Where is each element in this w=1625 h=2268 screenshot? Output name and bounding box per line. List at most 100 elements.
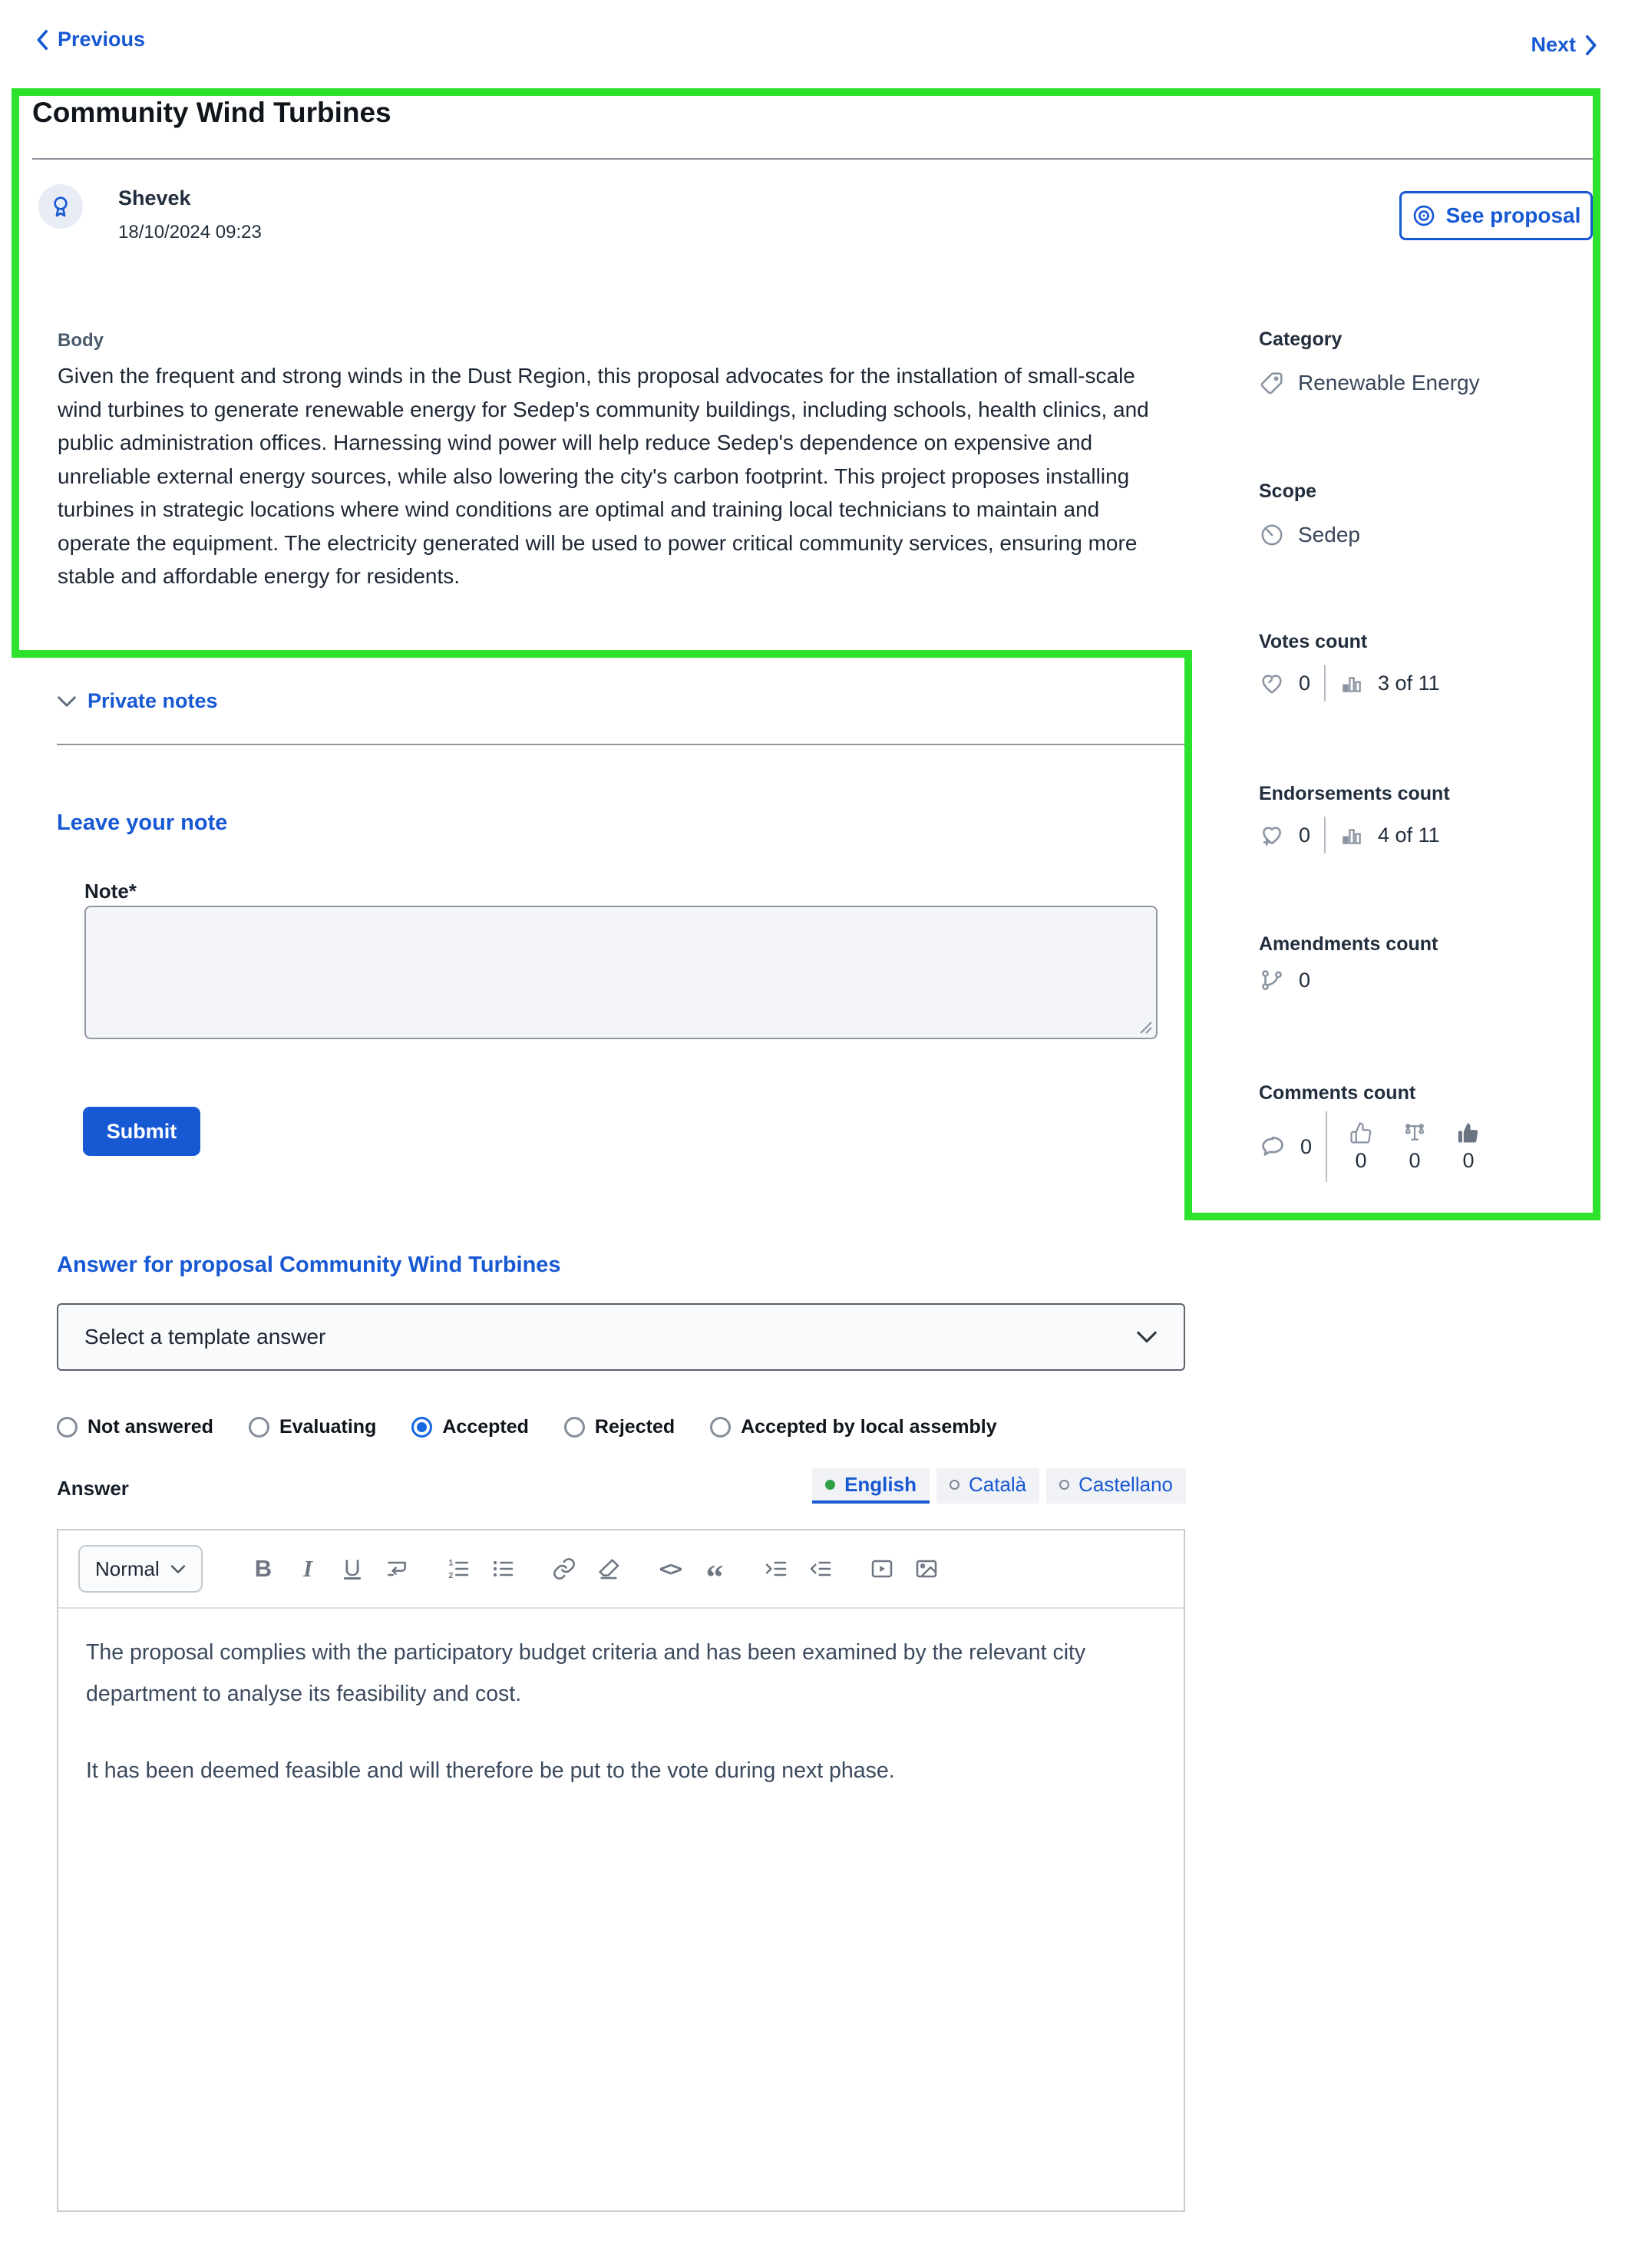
line-break-icon <box>385 1557 409 1581</box>
proposal-admin-page: Previous Next Community Wind Turbines Sh… <box>0 0 1625 2268</box>
radio-label: Rejected <box>594 1416 675 1438</box>
lang-tab-label: Castellano <box>1078 1472 1173 1496</box>
next-label: Next <box>1531 33 1576 56</box>
quote-icon: “ <box>705 1557 724 1596</box>
lang-tab-catal-[interactable]: Català <box>936 1468 1040 1504</box>
comments-neutral: 0 <box>1395 1121 1435 1173</box>
scope-value: Sedep <box>1298 523 1360 546</box>
endorsements-count-row: 0 4 of 11 <box>1259 817 1440 853</box>
radio-not-answered[interactable]: Not answered <box>57 1416 213 1438</box>
leave-note-heading: Leave your note <box>57 810 228 835</box>
toolbar-clear-format-button[interactable] <box>586 1547 631 1591</box>
radio-accepted[interactable]: Accepted <box>411 1416 529 1438</box>
note-textarea[interactable] <box>84 906 1158 1039</box>
see-proposal-label: See proposal <box>1445 203 1581 227</box>
toolbar-ordered-list-button[interactable]: 12 <box>436 1547 481 1591</box>
format-select[interactable]: Normal <box>78 1545 203 1593</box>
toolbar-icons: B I U 1 2 <> “ <box>241 1547 949 1596</box>
previous-link[interactable]: Previous <box>36 28 145 51</box>
editor-toolbar: Normal B I U 1 2 <> “ <box>58 1530 1184 1609</box>
toolbar-bullet-list-button[interactable] <box>481 1547 525 1591</box>
template-answer-select[interactable]: Select a template answer <box>57 1303 1185 1371</box>
tag-icon <box>1260 372 1283 395</box>
answer-field-label: Answer <box>57 1477 129 1500</box>
radio-evaluating[interactable]: Evaluating <box>248 1416 377 1438</box>
chevron-left-icon <box>37 29 48 50</box>
svg-text:1: 1 <box>448 1558 453 1567</box>
thumb-filled-icon <box>1458 1123 1478 1143</box>
radio-label: Evaluating <box>279 1416 377 1438</box>
code-icon: <> <box>659 1557 682 1581</box>
toolbar-video-button[interactable] <box>860 1547 904 1591</box>
format-select-value: Normal <box>95 1557 160 1580</box>
radio-dot-icon <box>710 1417 732 1438</box>
bar-chart-icon <box>1343 829 1361 844</box>
toolbar-italic-button[interactable]: I <box>286 1547 330 1591</box>
template-answer-value: Select a template answer <box>84 1325 326 1349</box>
submit-note-button[interactable]: Submit <box>83 1107 200 1156</box>
endorsements-count-label: Endorsements count <box>1259 783 1450 804</box>
amendments-count-value: 0 <box>1299 968 1311 992</box>
indent-icon <box>764 1557 788 1581</box>
outdent-icon <box>808 1557 833 1581</box>
votes-divider <box>1324 665 1326 702</box>
private-notes-toggle[interactable]: Private notes <box>57 689 218 713</box>
note-field-label: Note* <box>84 880 137 903</box>
avatar <box>38 184 83 229</box>
untranslated-dot-icon <box>949 1479 959 1490</box>
see-proposal-button[interactable]: See proposal <box>1399 191 1593 240</box>
image-icon <box>914 1557 939 1581</box>
toolbar-quote-button[interactable]: “ <box>692 1547 737 1596</box>
toolbar-code-button[interactable]: <> <box>648 1547 692 1591</box>
votes-count-label: Votes count <box>1259 631 1368 652</box>
chevron-down-icon <box>170 1564 186 1573</box>
toolbar-bold-button[interactable]: B <box>241 1547 286 1591</box>
radio-dot-icon <box>411 1417 433 1438</box>
bold-icon: B <box>254 1555 272 1582</box>
bullet-list-icon <box>490 1557 515 1581</box>
toolbar-outdent-button[interactable] <box>798 1547 843 1591</box>
toolbar-link-button[interactable] <box>542 1547 586 1591</box>
svg-text:2: 2 <box>448 1571 453 1580</box>
ordered-list-icon: 12 <box>446 1557 471 1581</box>
next-link[interactable]: Next <box>1531 33 1597 57</box>
scope-row: Sedep <box>1259 522 1360 548</box>
chevron-right-icon <box>1585 35 1597 55</box>
video-icon <box>870 1557 894 1581</box>
clear-format-icon <box>596 1557 621 1581</box>
thumb-up-outline-icon <box>1350 1121 1372 1144</box>
lang-tab-label: Català <box>968 1472 1027 1496</box>
eye-icon <box>1413 205 1434 226</box>
header-divider <box>32 158 1594 160</box>
category-row: Renewable Energy <box>1259 370 1480 396</box>
answer-editor-content[interactable]: The proposal complies with the participa… <box>58 1609 1184 1850</box>
lang-tab-label: English <box>844 1472 917 1496</box>
comments-in-favor-value: 0 <box>1355 1148 1367 1172</box>
category-label: Category <box>1259 328 1343 350</box>
answer-heading: Answer for proposal Community Wind Turbi… <box>57 1253 561 1277</box>
toolbar-line-break-button[interactable] <box>375 1547 419 1591</box>
category-value: Renewable Energy <box>1298 371 1480 395</box>
author-name: Shevek <box>118 187 191 210</box>
radio-rejected[interactable]: Rejected <box>563 1416 675 1438</box>
link-icon <box>552 1557 576 1581</box>
chat-bubble-icon <box>1262 1136 1283 1156</box>
lang-tab-castellano[interactable]: Castellano <box>1046 1468 1186 1504</box>
lang-tab-english[interactable]: English <box>812 1468 930 1504</box>
radio-accepted-by-local-assembly[interactable]: Accepted by local assembly <box>710 1416 997 1438</box>
creation-date: 18/10/2024 09:23 <box>118 222 262 243</box>
comments-count-row: 0 0 0 0 <box>1259 1111 1488 1182</box>
scale-icon <box>1405 1123 1425 1141</box>
toolbar-image-button[interactable] <box>904 1547 949 1591</box>
italic-icon: I <box>302 1555 313 1582</box>
votes-rank-value: 3 of 11 <box>1378 671 1440 695</box>
answer-rich-text-editor: Normal B I U 1 2 <> “ The proposal complies wi… <box>57 1529 1185 2212</box>
toolbar-indent-button[interactable] <box>754 1547 798 1591</box>
translated-dot-icon <box>825 1479 836 1490</box>
toolbar-underline-button[interactable]: U <box>330 1547 375 1591</box>
comments-count-label: Comments count <box>1259 1082 1416 1104</box>
bar-chart-icon <box>1343 677 1361 692</box>
previous-label: Previous <box>58 28 146 51</box>
radio-dot-icon <box>248 1417 269 1438</box>
votes-count-row: 0 3 of 11 <box>1259 665 1440 702</box>
